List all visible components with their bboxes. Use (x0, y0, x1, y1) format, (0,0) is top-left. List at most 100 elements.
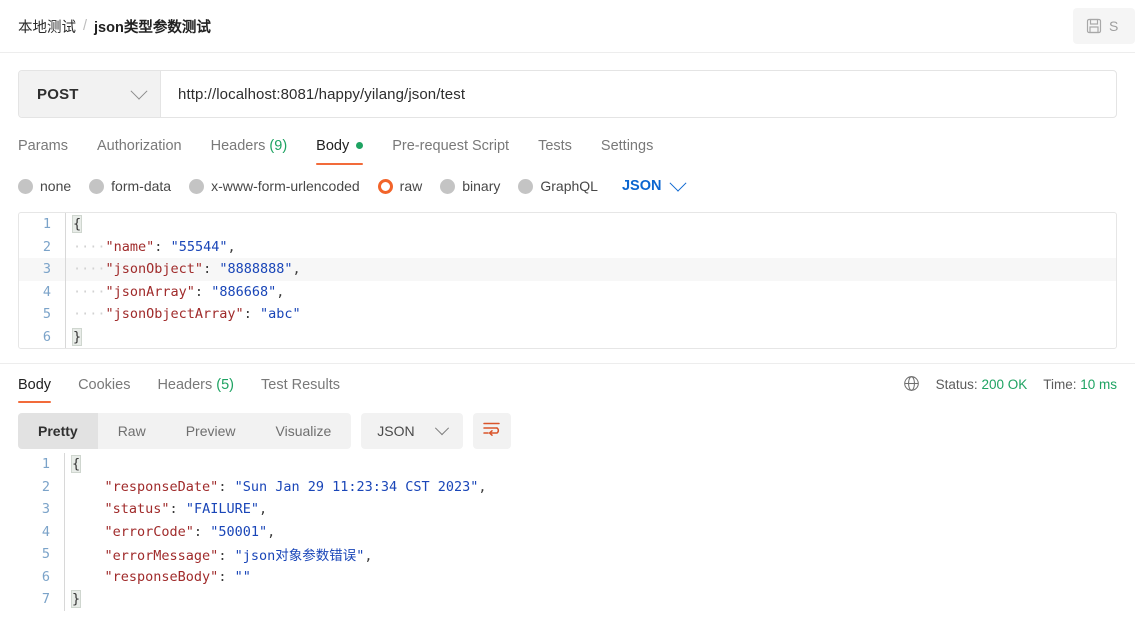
response-status-area: Status: 200 OK Time: 10 ms (903, 375, 1117, 395)
chevron-down-icon (669, 174, 687, 192)
line-number: 7 (41, 591, 50, 608)
view-mode-raw[interactable]: Raw (98, 413, 166, 449)
body-type-raw[interactable]: raw (377, 178, 422, 194)
raw-format-label: JSON (621, 178, 662, 194)
request-body-editor[interactable]: 1{2 ····"name": "55544", 3 ····"jsonObject"… (18, 212, 1117, 349)
code-line: 2 ····"name": "55544", (19, 235, 1116, 258)
body-type-form-data[interactable]: form-data (89, 178, 171, 194)
code-line: 6} (19, 325, 1116, 348)
response-tab-headers[interactable]: Headers (5) (157, 364, 234, 405)
save-button-label: S (1109, 18, 1119, 34)
save-floppy-icon (1086, 18, 1102, 34)
tab-count: (5) (216, 376, 234, 393)
tab-label: Authorization (96, 137, 182, 154)
body-type-graphql[interactable]: GraphQL (518, 178, 598, 194)
tab-params[interactable]: Params (18, 124, 68, 167)
code-text: "errorMessage": "json对象参数错误", (104, 548, 373, 565)
word-wrap-button[interactable] (472, 413, 511, 449)
radio-icon (89, 178, 105, 194)
request-url-bar: POST http://localhost:8081/happy/yilang/… (18, 70, 1117, 118)
breadcrumb-current[interactable]: json类型参数测试 (94, 16, 211, 37)
code-line: 1{ (19, 213, 1116, 236)
view-mode-pretty[interactable]: Pretty (18, 413, 98, 449)
tab-settings[interactable]: Settings (601, 124, 653, 167)
raw-format-selector[interactable]: JSON (621, 174, 687, 194)
body-modified-dot-icon (356, 142, 364, 149)
code-text: "responseBody": "" (104, 568, 251, 585)
view-mode-label: Pretty (38, 423, 78, 439)
tab-label: Body (316, 137, 350, 154)
line-number: 2 (42, 238, 51, 255)
tab-label: Body (18, 376, 52, 393)
tab-label: Params (18, 137, 68, 154)
tab-label: Headers (157, 376, 213, 393)
code-text: ····"jsonObjectArray": "abc" (73, 306, 301, 323)
request-tabs: Params Authorization Headers (9) Body Pr… (18, 118, 1117, 167)
code-line: 3 ····"jsonObject": "8888888", (19, 258, 1116, 281)
view-mode-preview[interactable]: Preview (166, 413, 256, 449)
body-type-none[interactable]: none (18, 178, 71, 194)
status-label: Status: (935, 377, 978, 392)
response-tab-cookies[interactable]: Cookies (78, 364, 130, 405)
breadcrumb-parent[interactable]: 本地测试 (18, 16, 76, 37)
tab-label: Test Results (261, 376, 340, 393)
response-tab-body[interactable]: Body (18, 364, 52, 405)
code-text: { (70, 455, 82, 474)
code-line: 6 "responseBody": "" (18, 565, 1117, 588)
tab-headers[interactable]: Headers (9) (211, 124, 288, 167)
view-mode-visualize[interactable]: Visualize (256, 413, 352, 449)
code-text: "status": "FAILURE", (104, 501, 268, 518)
response-format-label: JSON (377, 423, 415, 439)
time-indicator: Time: 10 ms (1043, 377, 1117, 392)
word-wrap-icon (482, 420, 501, 442)
status-value: 200 OK (981, 377, 1028, 392)
tab-label: Cookies (78, 376, 131, 393)
line-number: 4 (41, 523, 50, 540)
time-value: 10 ms (1080, 377, 1117, 392)
view-mode-label: Raw (117, 423, 146, 439)
response-format-selector[interactable]: JSON (361, 413, 463, 449)
response-toolbar: Pretty Raw Preview Visualize JSON (18, 413, 1117, 449)
response-view-modes: Pretty Raw Preview Visualize (18, 413, 352, 449)
globe-icon[interactable] (903, 375, 920, 395)
chevron-down-icon (434, 421, 449, 436)
body-type-x-www-form-urlencoded[interactable]: x-www-form-urlencoded (189, 178, 360, 194)
response-tabs: Body Cookies Headers (5) Test Results St… (18, 364, 1117, 405)
code-text: } (70, 590, 82, 609)
line-number: 5 (42, 306, 51, 323)
body-type-label: GraphQL (540, 178, 598, 194)
body-type-binary[interactable]: binary (440, 178, 500, 194)
save-button[interactable]: S (1073, 8, 1135, 44)
breadcrumb: 本地测试 / json类型参数测试 (18, 16, 211, 37)
breadcrumb-separator: / (83, 18, 88, 34)
code-text: { (71, 215, 83, 234)
radio-selected-icon (377, 178, 393, 194)
body-type-options: none form-data x-www-form-urlencoded raw… (18, 167, 1117, 205)
method-selector[interactable]: POST (19, 71, 161, 117)
code-text: "responseDate": "Sun Jan 29 11:23:34 CST… (104, 478, 487, 495)
body-type-label: x-www-form-urlencoded (211, 178, 360, 194)
response-tab-test-results[interactable]: Test Results (261, 364, 340, 405)
response-body-editor[interactable]: 1{ 2 "responseDate": "Sun Jan 29 11:23:34… (18, 453, 1117, 611)
line-number: 6 (41, 568, 50, 585)
tab-tests[interactable]: Tests (538, 124, 572, 167)
code-line: 1{ (18, 453, 1117, 476)
code-line: 5 ····"jsonObjectArray": "abc" (19, 303, 1116, 326)
tab-authorization[interactable]: Authorization (97, 124, 182, 167)
line-number: 4 (42, 283, 51, 300)
view-mode-label: Visualize (275, 423, 332, 439)
url-input[interactable]: http://localhost:8081/happy/yilang/json/… (161, 71, 1116, 117)
body-type-label: binary (462, 178, 501, 194)
tab-label: Pre-request Script (392, 137, 510, 154)
line-number: 1 (42, 216, 51, 233)
status-indicator: Status: 200 OK (936, 377, 1028, 392)
body-type-label: form-data (111, 178, 172, 194)
line-number: 3 (42, 261, 51, 278)
line-number: 5 (41, 546, 50, 563)
line-number: 2 (41, 478, 50, 495)
tab-body[interactable]: Body (316, 124, 364, 167)
chevron-down-icon (130, 82, 148, 100)
tab-pre-request-script[interactable]: Pre-request Script (392, 124, 509, 167)
code-line: 7} (18, 588, 1117, 611)
topbar: 本地测试 / json类型参数测试 S (0, 0, 1135, 53)
